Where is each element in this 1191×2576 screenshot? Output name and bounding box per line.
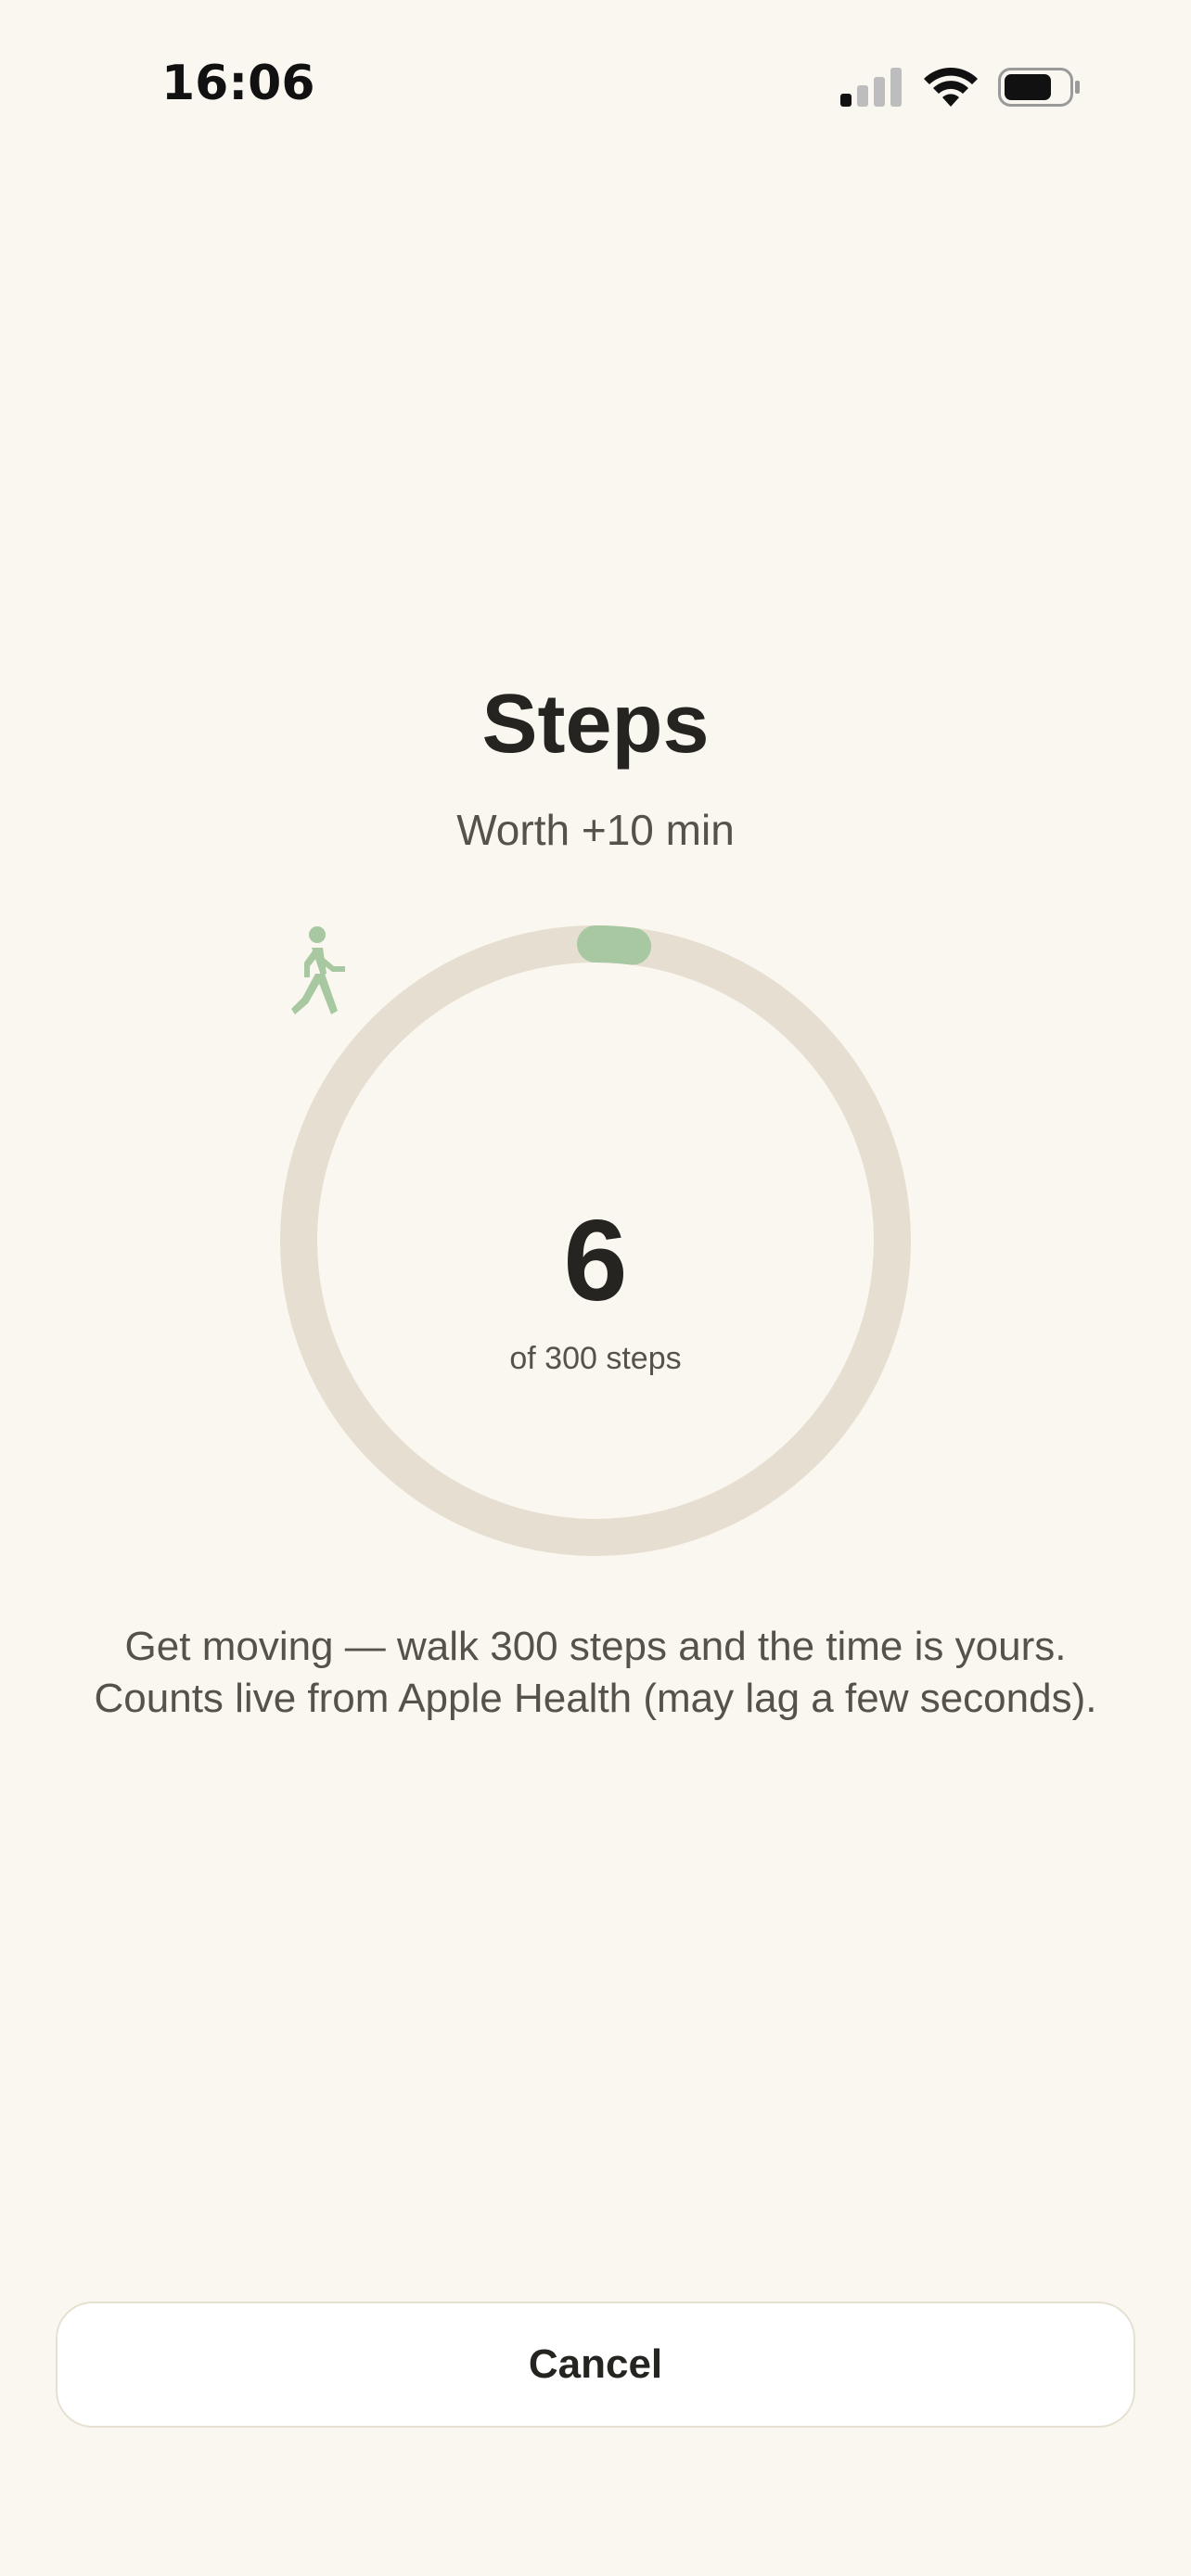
step-progress-ring: 6 of 300 steps	[280, 925, 911, 1556]
status-icons	[840, 65, 1082, 109]
wifi-icon	[924, 68, 978, 107]
battery-icon	[998, 68, 1080, 107]
step-goal-label: of 300 steps	[509, 1341, 682, 1376]
screen: 16:06 Steps Worth +10 min 6 of 300 steps…	[0, 0, 1191, 2576]
cancel-button[interactable]: Cancel	[56, 2302, 1135, 2428]
status-time: 16:06	[161, 56, 315, 111]
reward-subtitle: Worth +10 min	[456, 806, 735, 854]
walking-person-icon	[291, 926, 345, 1014]
instructions-text: Get moving — walk 300 steps and the time…	[94, 1624, 1097, 1721]
page-title: Steps	[481, 678, 710, 771]
step-count: 6	[563, 1197, 628, 1325]
cellular-signal-icon	[840, 68, 902, 107]
